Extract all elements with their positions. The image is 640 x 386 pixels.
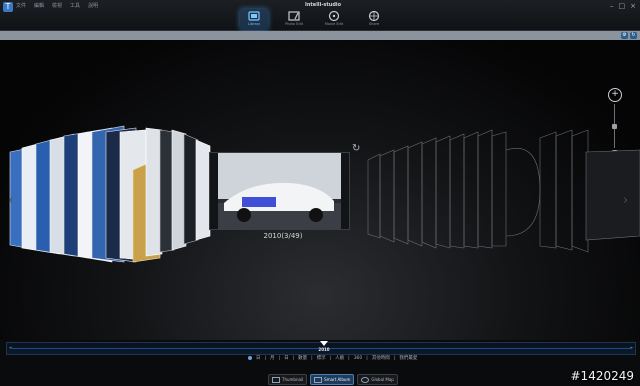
library-icon bbox=[248, 11, 260, 21]
toolbar-buttons: ⚙ ↻ bbox=[621, 32, 637, 39]
minimize-button[interactable]: – bbox=[610, 2, 614, 10]
menu-edit[interactable]: 編輯 bbox=[34, 2, 44, 9]
globe-icon bbox=[361, 376, 370, 383]
menu-help[interactable]: 說明 bbox=[88, 2, 98, 9]
view-smart-album-label: Smart Album bbox=[324, 377, 351, 382]
refresh-icon[interactable]: ↻ bbox=[630, 32, 637, 39]
right-album-stack[interactable] bbox=[367, 129, 640, 253]
view-thumbnail-label: Thumbnail bbox=[282, 377, 304, 382]
thumbnail-icon bbox=[272, 376, 280, 383]
menu-tools[interactable]: 工具 bbox=[70, 2, 80, 9]
filter-item[interactable]: 月 bbox=[270, 355, 275, 361]
filter-dot-icon bbox=[248, 356, 252, 360]
filter-nav: 日 | 月 | 日 | 數量 | 標示 | 人臉 | 360 | 其他時間 | 我們最愛 bbox=[248, 355, 417, 361]
tab-share-label: Share bbox=[368, 22, 380, 26]
filter-item[interactable]: 日 bbox=[284, 355, 289, 361]
tab-photo-edit[interactable]: Photo Edit bbox=[280, 9, 308, 30]
share-icon bbox=[368, 10, 380, 22]
filter-item[interactable]: 其他時間 bbox=[372, 355, 390, 361]
filter-item[interactable]: 標示 bbox=[317, 355, 326, 361]
view-thumbnail-button[interactable]: Thumbnail bbox=[268, 374, 308, 385]
mode-tabs: Library Photo Edit Movie Edit Share bbox=[240, 9, 388, 30]
album-photo-car bbox=[210, 153, 349, 229]
timeline-bar[interactable]: ◂ 2010 ▸ bbox=[6, 341, 636, 355]
previous-album-arrow[interactable]: ‹ bbox=[8, 193, 13, 208]
tab-movie-edit[interactable]: Movie Edit bbox=[320, 9, 348, 30]
view-global-map-label: Global Map bbox=[371, 377, 394, 382]
menu-file[interactable]: 文件 bbox=[16, 2, 26, 9]
filter-item[interactable]: 360 bbox=[354, 356, 363, 361]
timeline-marker-icon[interactable] bbox=[320, 341, 328, 346]
view-global-map-button[interactable]: Global Map bbox=[357, 374, 398, 385]
app-icon[interactable]: T bbox=[3, 2, 13, 12]
title-bar: T 文件 編輯 檢視 工具 說明 Intelli-studio – □ × Li… bbox=[0, 0, 640, 31]
close-button[interactable]: × bbox=[630, 2, 636, 10]
menu-view[interactable]: 檢視 bbox=[52, 2, 62, 9]
tab-library-label: Library bbox=[247, 22, 261, 26]
app-brand: Intelli-studio bbox=[305, 2, 342, 8]
window-controls: – □ × bbox=[610, 2, 636, 10]
timeline-right-arrow[interactable]: ▸ bbox=[630, 345, 633, 351]
current-album-cover[interactable] bbox=[209, 152, 350, 230]
next-album-arrow[interactable]: › bbox=[623, 193, 628, 208]
toolbar: ⚙ ↻ bbox=[0, 31, 640, 40]
filter-item[interactable]: 人臉 bbox=[335, 355, 344, 361]
tab-movie-edit-label: Movie Edit bbox=[324, 22, 344, 26]
menu-bar: 文件 編輯 檢視 工具 說明 bbox=[16, 2, 98, 9]
tab-share[interactable]: Share bbox=[360, 9, 388, 30]
rotate-icon[interactable]: ↻ bbox=[352, 143, 360, 154]
left-album-stack[interactable] bbox=[9, 125, 211, 263]
view-smart-album-button[interactable]: Smart Album bbox=[310, 374, 355, 385]
timeline-year: 2010 bbox=[318, 347, 330, 352]
photo-edit-icon bbox=[288, 11, 300, 21]
movie-edit-icon bbox=[328, 10, 340, 22]
tab-photo-edit-label: Photo Edit bbox=[285, 22, 303, 26]
view-switcher: Thumbnail Smart Album Global Map bbox=[268, 374, 398, 385]
maximize-button[interactable]: □ bbox=[619, 2, 626, 10]
settings-icon[interactable]: ⚙ bbox=[621, 32, 628, 39]
tab-library[interactable]: Library bbox=[240, 9, 268, 30]
filter-item[interactable]: 日 bbox=[256, 355, 261, 361]
filter-item[interactable]: 我們最愛 bbox=[399, 355, 417, 361]
smart-album-icon bbox=[314, 376, 323, 383]
watermark: #1420249 bbox=[570, 369, 635, 383]
filter-item[interactable]: 數量 bbox=[298, 355, 307, 361]
album-title: 2010(3/49) bbox=[263, 232, 303, 240]
